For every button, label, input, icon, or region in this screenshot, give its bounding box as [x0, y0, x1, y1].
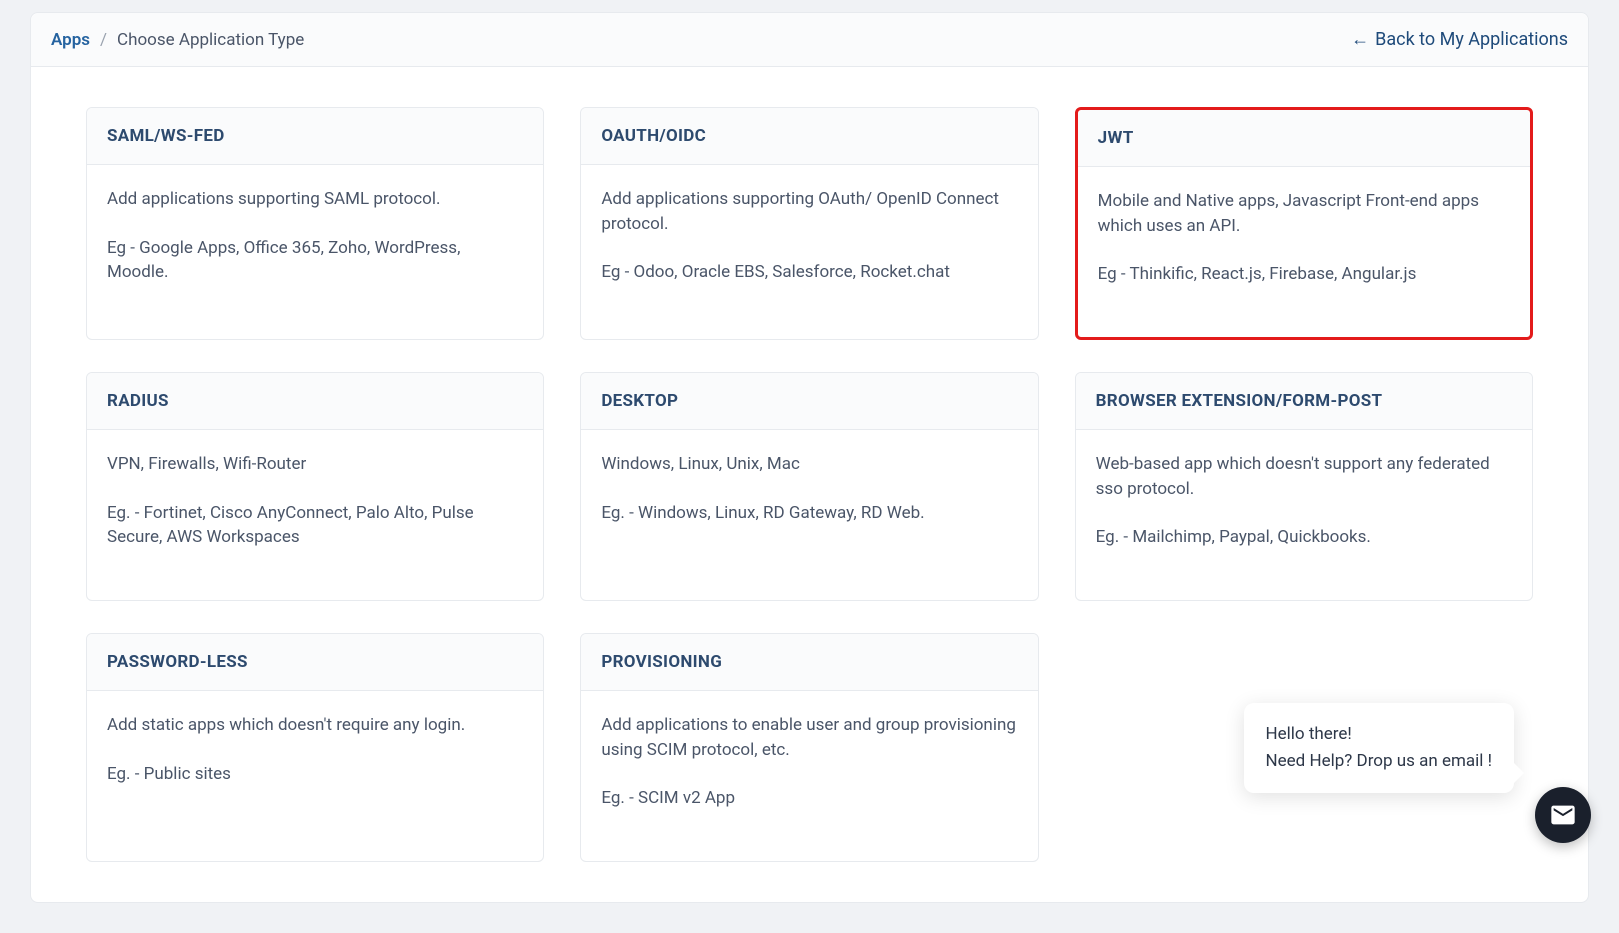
card-examples: Eg - Google Apps, Office 365, Zoho, Word… — [107, 236, 523, 285]
card-header: BROWSER EXTENSION/FORM-POST — [1076, 373, 1532, 430]
card-examples: Eg. - Fortinet, Cisco AnyConnect, Palo A… — [107, 501, 523, 550]
app-type-card-radius[interactable]: RADIUS VPN, Firewalls, Wifi-Router Eg. - F… — [86, 372, 544, 601]
card-examples: Eg. - SCIM v2 App — [601, 786, 1017, 811]
card-examples: Eg. - Mailchimp, Paypal, Quickbooks. — [1096, 525, 1512, 550]
breadcrumb-root-link[interactable]: Apps — [51, 30, 90, 50]
page-container: Apps / Choose Application Type ← Back to… — [0, 0, 1619, 933]
panel-header: Apps / Choose Application Type ← Back to… — [31, 13, 1588, 67]
card-body: Add applications supporting SAML protoco… — [87, 165, 543, 335]
app-type-card-saml-ws-fed[interactable]: SAML/WS-FED Add applications supporting S… — [86, 107, 544, 340]
card-body: Add applications supporting OAuth/ OpenI… — [581, 165, 1037, 335]
card-header: DESKTOP — [581, 373, 1037, 430]
breadcrumb-separator: / — [100, 30, 107, 50]
card-body: Web-based app which doesn't support any … — [1076, 430, 1532, 600]
card-header: SAML/WS-FED — [87, 108, 543, 165]
card-description: Add applications supporting SAML protoco… — [107, 187, 523, 212]
card-body: VPN, Firewalls, Wifi-Router Eg. - Fortine… — [87, 430, 543, 600]
breadcrumb-current: Choose Application Type — [117, 30, 304, 50]
app-type-card-browser-extension-form-post[interactable]: BROWSER EXTENSION/FORM-POST Web-based app… — [1075, 372, 1533, 601]
breadcrumb: Apps / Choose Application Type — [51, 30, 304, 50]
card-examples: Eg - Thinkific, React.js, Firebase, Angu… — [1098, 262, 1510, 287]
mail-icon — [1549, 801, 1577, 829]
chat-popup-line2: Need Help? Drop us an email ! — [1266, 748, 1493, 775]
back-to-applications-link[interactable]: ← Back to My Applications — [1351, 29, 1568, 50]
card-description: VPN, Firewalls, Wifi-Router — [107, 452, 523, 477]
card-examples: Eg - Odoo, Oracle EBS, Salesforce, Rocke… — [601, 260, 1017, 285]
card-description: Add applications supporting OAuth/ OpenI… — [601, 187, 1017, 236]
card-description: Web-based app which doesn't support any … — [1096, 452, 1512, 501]
card-description: Windows, Linux, Unix, Mac — [601, 452, 1017, 477]
app-type-card-desktop[interactable]: DESKTOP Windows, Linux, Unix, Mac Eg. - Wi… — [580, 372, 1038, 601]
card-title: DESKTOP — [601, 391, 1017, 411]
card-body: Windows, Linux, Unix, Mac Eg. - Windows, … — [581, 430, 1037, 600]
app-type-card-jwt[interactable]: JWT Mobile and Native apps, Javascript Fr… — [1075, 107, 1533, 340]
card-header: PROVISIONING — [581, 634, 1037, 691]
card-examples: Eg. - Windows, Linux, RD Gateway, RD Web… — [601, 501, 1017, 526]
card-title: OAUTH/OIDC — [601, 126, 1017, 146]
card-body: Add applications to enable user and grou… — [581, 691, 1037, 861]
card-body: Mobile and Native apps, Javascript Front… — [1078, 167, 1530, 337]
chat-popup-line1: Hello there! — [1266, 721, 1493, 748]
card-header: RADIUS — [87, 373, 543, 430]
card-title: JWT — [1098, 128, 1510, 148]
card-description: Mobile and Native apps, Javascript Front… — [1098, 189, 1510, 238]
card-title: BROWSER EXTENSION/FORM-POST — [1096, 391, 1512, 411]
card-title: PASSWORD-LESS — [107, 652, 523, 672]
card-title: PROVISIONING — [601, 652, 1017, 672]
arrow-left-icon: ← — [1351, 29, 1369, 50]
app-type-card-password-less[interactable]: PASSWORD-LESS Add static apps which doesn… — [86, 633, 544, 862]
chat-popup: Hello there! Need Help? Drop us an email… — [1244, 703, 1515, 793]
app-type-card-provisioning[interactable]: PROVISIONING Add applications to enable u… — [580, 633, 1038, 862]
card-examples: Eg. - Public sites — [107, 762, 523, 787]
card-description: Add applications to enable user and grou… — [601, 713, 1017, 762]
card-header: JWT — [1078, 110, 1530, 167]
card-header: OAUTH/OIDC — [581, 108, 1037, 165]
card-body: Add static apps which doesn't require an… — [87, 691, 543, 861]
chat-button[interactable] — [1535, 787, 1591, 843]
card-description: Add static apps which doesn't require an… — [107, 713, 523, 738]
back-link-label: Back to My Applications — [1375, 29, 1568, 50]
card-title: RADIUS — [107, 391, 523, 411]
app-type-card-oauth-oidc[interactable]: OAUTH/OIDC Add applications supporting OA… — [580, 107, 1038, 340]
card-title: SAML/WS-FED — [107, 126, 523, 146]
card-header: PASSWORD-LESS — [87, 634, 543, 691]
